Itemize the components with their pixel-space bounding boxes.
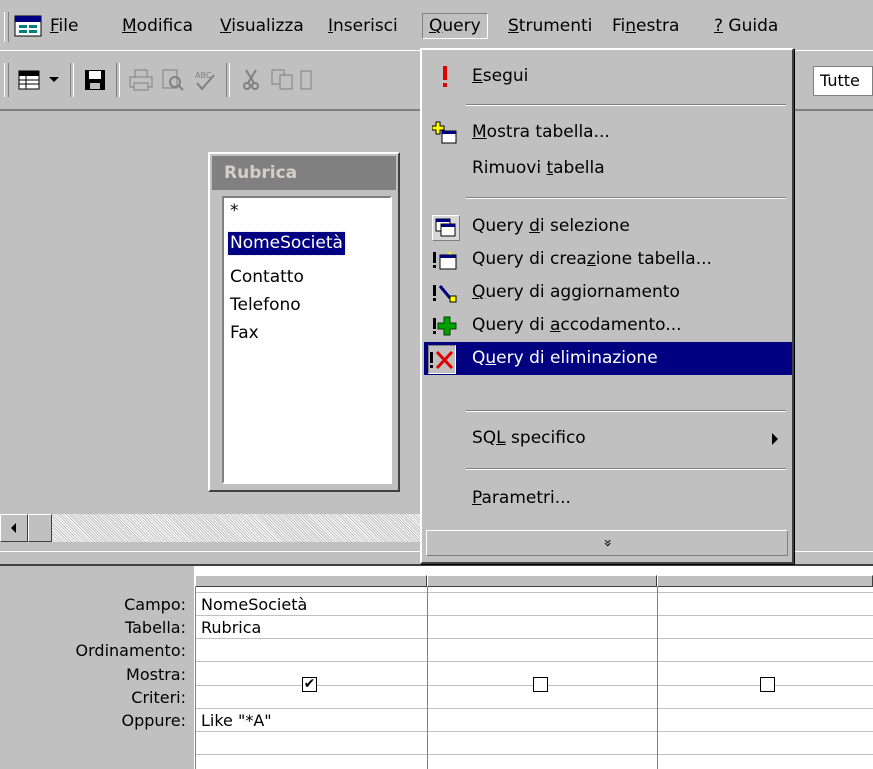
menu-item-sql-specifico[interactable]: SQL specifico	[426, 422, 790, 455]
field-list-title[interactable]: Rubrica	[212, 156, 396, 190]
menu-separator	[466, 197, 786, 199]
menu-item-parametri[interactable]: Parametri...	[426, 482, 790, 515]
cut-icon	[236, 65, 266, 95]
field-item[interactable]: *	[228, 200, 241, 223]
field-item-selected[interactable]: NomeSocietà	[227, 231, 346, 256]
menu-finestra[interactable]: Finestra	[606, 14, 685, 38]
toolbar-separator	[226, 63, 230, 97]
app-icon[interactable]	[14, 14, 42, 43]
field-item[interactable]: Fax	[228, 322, 261, 345]
checkmark-icon: ✔	[303, 676, 316, 692]
view-icon[interactable]	[14, 65, 44, 95]
field-item[interactable]: Telefono	[228, 294, 303, 317]
query-menu: Esegui Mostra tabella... Rimuovi tabella…	[420, 48, 794, 564]
submenu-arrow-icon	[772, 433, 778, 445]
svg-text:ABC: ABC	[195, 71, 212, 80]
scroll-left-icon[interactable]	[0, 514, 28, 542]
menu-item-query-eliminazione[interactable]: Query di eliminazione	[424, 342, 792, 375]
row-label-criteri: Criteri:	[131, 688, 186, 707]
row-label-oppure: Oppure:	[121, 711, 186, 730]
horizontal-scrollbar[interactable]	[0, 514, 430, 542]
menu-inserisci[interactable]: Inserisci	[322, 14, 404, 38]
row-label-ordinamento: Ordinamento:	[75, 641, 186, 660]
menu-guida[interactable]: ? Guida	[708, 14, 784, 38]
menu-visualizza[interactable]: Visualizza	[214, 14, 310, 38]
field-list[interactable]: * NomeSocietà Contatto Telefono Fax	[222, 196, 392, 484]
menu-item-query-creazione-tabella[interactable]: Query di creazione tabella...	[426, 243, 790, 276]
menu-separator	[466, 468, 786, 470]
toolbar-grip[interactable]	[4, 63, 9, 97]
dropdown-arrow-icon[interactable]	[44, 65, 64, 95]
append-query-icon	[432, 314, 458, 338]
select-query-icon	[432, 215, 460, 241]
spelling-icon: ABC	[190, 65, 220, 95]
cell-criteri[interactable]: Like "*A"	[197, 709, 272, 732]
menu-item-query-accodamento[interactable]: Query di accodamento...	[426, 309, 790, 342]
menu-item-query-selezione[interactable]: Query di selezione	[426, 210, 790, 243]
show-table-icon	[432, 121, 458, 145]
row-label-campo: Campo:	[124, 595, 186, 614]
print-preview-icon	[158, 65, 188, 95]
print-icon	[126, 65, 156, 95]
object-combo[interactable]: Tutte	[813, 66, 873, 96]
paste-icon	[298, 65, 314, 95]
menu-query[interactable]: Query	[422, 13, 488, 39]
menu-separator	[466, 104, 786, 106]
toolbar-separator	[116, 63, 120, 97]
menu-item-query-aggiornamento[interactable]: Query di aggiornamento	[426, 276, 790, 309]
cell-campo[interactable]: NomeSocietà	[197, 593, 307, 616]
show-checkbox[interactable]	[760, 677, 775, 692]
save-icon[interactable]	[80, 65, 110, 95]
expand-menu-chevron-icon[interactable]: »	[426, 530, 788, 556]
menu-item-esegui[interactable]: Esegui	[426, 60, 790, 93]
menu-modifica[interactable]: Modifica	[116, 14, 199, 38]
make-table-query-icon	[432, 248, 458, 272]
column-selector[interactable]	[657, 575, 873, 587]
menu-file[interactable]: File	[44, 14, 84, 38]
menu-item-mostra-tabella[interactable]: Mostra tabella...	[426, 116, 790, 149]
menu-separator	[466, 410, 786, 412]
show-checkbox[interactable]: ✔	[302, 677, 317, 692]
column-selector[interactable]	[195, 575, 427, 587]
row-label-mostra: Mostra:	[126, 665, 186, 684]
menubar-grip[interactable]	[4, 12, 9, 42]
column-selector[interactable]	[427, 575, 657, 587]
scroll-thumb[interactable]	[28, 514, 52, 542]
cell-oppure[interactable]	[197, 732, 427, 755]
update-query-icon	[432, 281, 458, 305]
menu-item-rimuovi-tabella[interactable]: Rimuovi tabella	[426, 152, 790, 185]
menu-bar: File Modifica Visualizza Inserisci Query…	[0, 0, 873, 50]
show-checkbox[interactable]	[533, 677, 548, 692]
field-item[interactable]: Contatto	[228, 266, 306, 289]
exclamation-icon	[432, 65, 458, 89]
grid-row-labels: Campo: Tabella: Ordinamento: Mostra: Cri…	[0, 566, 194, 769]
delete-query-icon	[428, 345, 456, 374]
cell-ordinamento[interactable]	[197, 639, 427, 662]
toolbar-separator	[70, 63, 74, 97]
menu-strumenti[interactable]: Strumenti	[502, 14, 598, 38]
row-label-tabella: Tabella:	[124, 618, 186, 637]
cell-tabella[interactable]: Rubrica	[197, 616, 261, 639]
copy-icon	[268, 65, 298, 95]
